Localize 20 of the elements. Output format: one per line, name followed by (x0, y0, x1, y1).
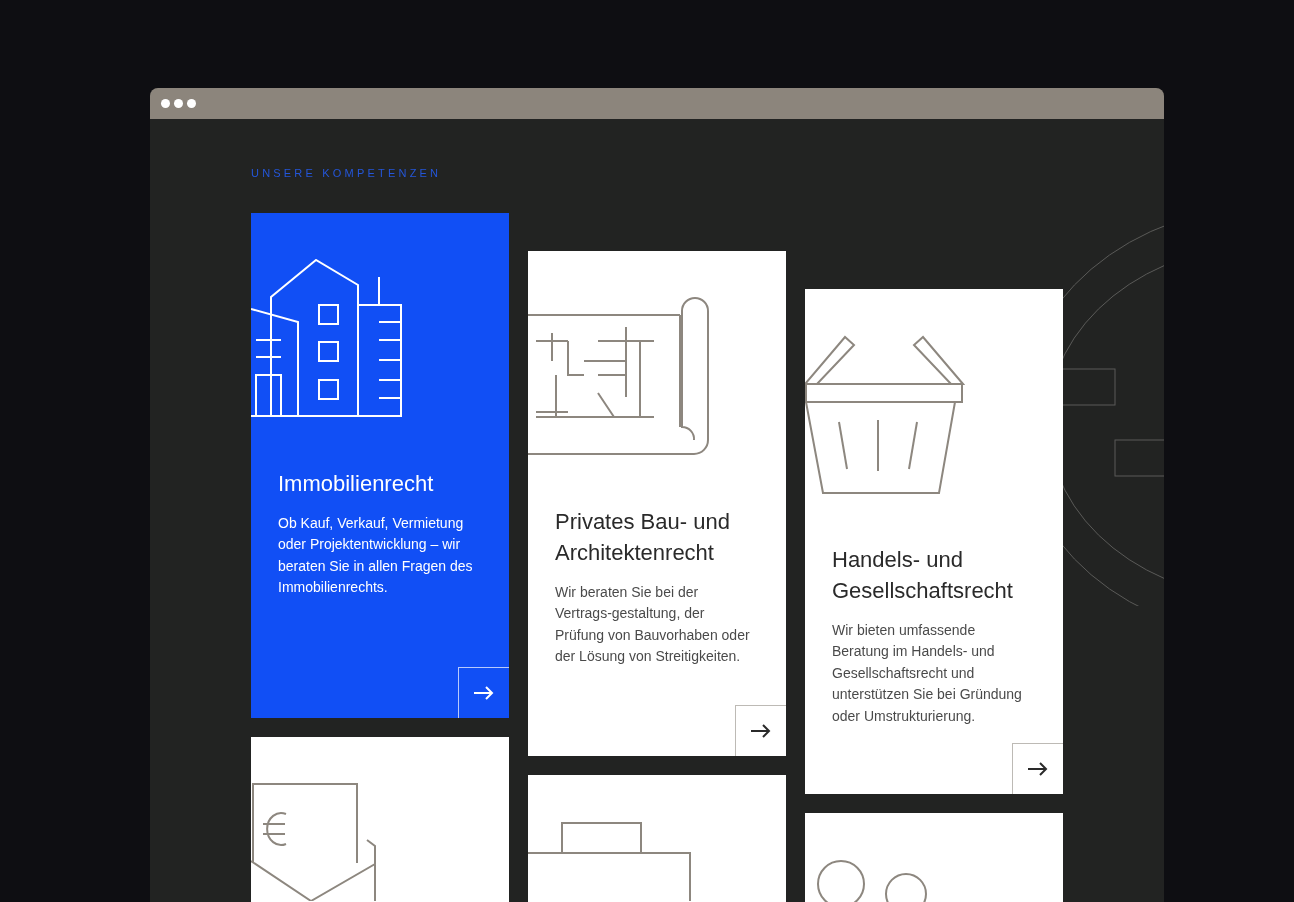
arrow-right-icon (751, 724, 771, 738)
arrow-button[interactable] (1012, 743, 1063, 794)
card-title: Immobilienrecht (278, 470, 435, 498)
basket-icon (805, 335, 965, 495)
arrow-right-icon (474, 686, 494, 700)
arrow-button[interactable] (735, 705, 786, 756)
buildings-icon (251, 259, 403, 417)
briefcase-icon (528, 821, 692, 901)
window-dot (187, 99, 196, 108)
card-description: Wir beraten Sie bei der Vertrags-gestaltung, der Prüfung von Bauvorhaben oder der Lösung von Streitigkeiten. (555, 583, 751, 667)
card-description: Ob Kauf, Verkauf, Vermietung oder Projektentwicklung – wir beraten Sie in allen Fragen des Immobilienrechts. (278, 514, 474, 598)
envelope-money-icon (251, 783, 377, 901)
window-dot (161, 99, 170, 108)
arrow-right-icon (1028, 762, 1048, 776)
card-title: Handels- und Gesellschaftsrecht (832, 546, 1014, 605)
card-title: Privates Bau- und Architektenrecht (555, 508, 731, 567)
section-label: UNSERE KOMPETENZEN (251, 166, 442, 180)
card-description: Wir bieten umfassende Beratung im Handels- und Gesellschaftsrecht und unterstützen Sie bei Gründung oder Umstrukturierung. (832, 621, 1023, 726)
floor-plan-icon (528, 297, 710, 455)
window-dot (174, 99, 183, 108)
